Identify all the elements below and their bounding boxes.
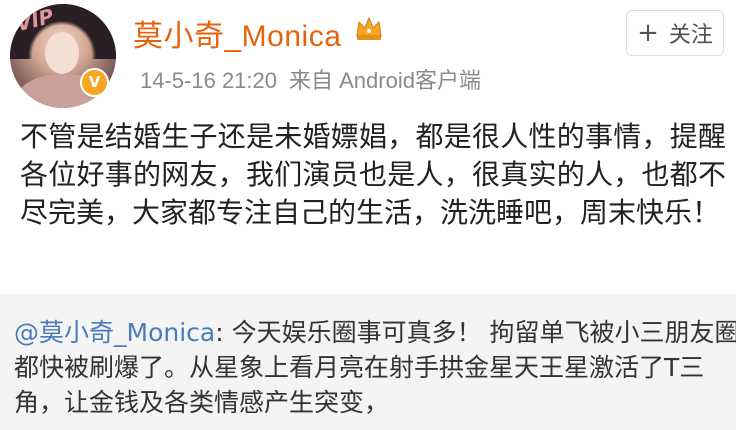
- post-source[interactable]: 来自 Android客户端: [289, 68, 481, 93]
- post-date: 14-5-16 21:20: [140, 68, 277, 93]
- plus-icon: +: [637, 18, 659, 48]
- repost-block[interactable]: @莫小奇_Monica: 今天娱乐圈事可真多！ 拘留单飞被小三朋友圈都快被刷爆了…: [0, 294, 736, 430]
- verified-badge-icon: V: [80, 68, 109, 97]
- post-text: 不管是结婚生子还是未婚嫖娼，都是很人性的事情，提醒各位好事的网友，我们演员也是人…: [20, 120, 726, 229]
- avatar-face: [45, 32, 79, 74]
- post-meta: 14-5-16 21:20 来自 Android客户端: [140, 63, 481, 95]
- follow-button-label: 关注: [668, 23, 713, 48]
- repost-author-link[interactable]: @莫小奇_Monica: [14, 318, 215, 347]
- crown-icon[interactable]: [354, 15, 384, 41]
- username[interactable]: 莫小奇_Monica: [133, 11, 341, 55]
- repost-text: @莫小奇_Monica: 今天娱乐圈事可真多！ 拘留单飞被小三朋友圈都快被刷爆了…: [14, 315, 736, 420]
- follow-button[interactable]: + 关注: [626, 10, 724, 56]
